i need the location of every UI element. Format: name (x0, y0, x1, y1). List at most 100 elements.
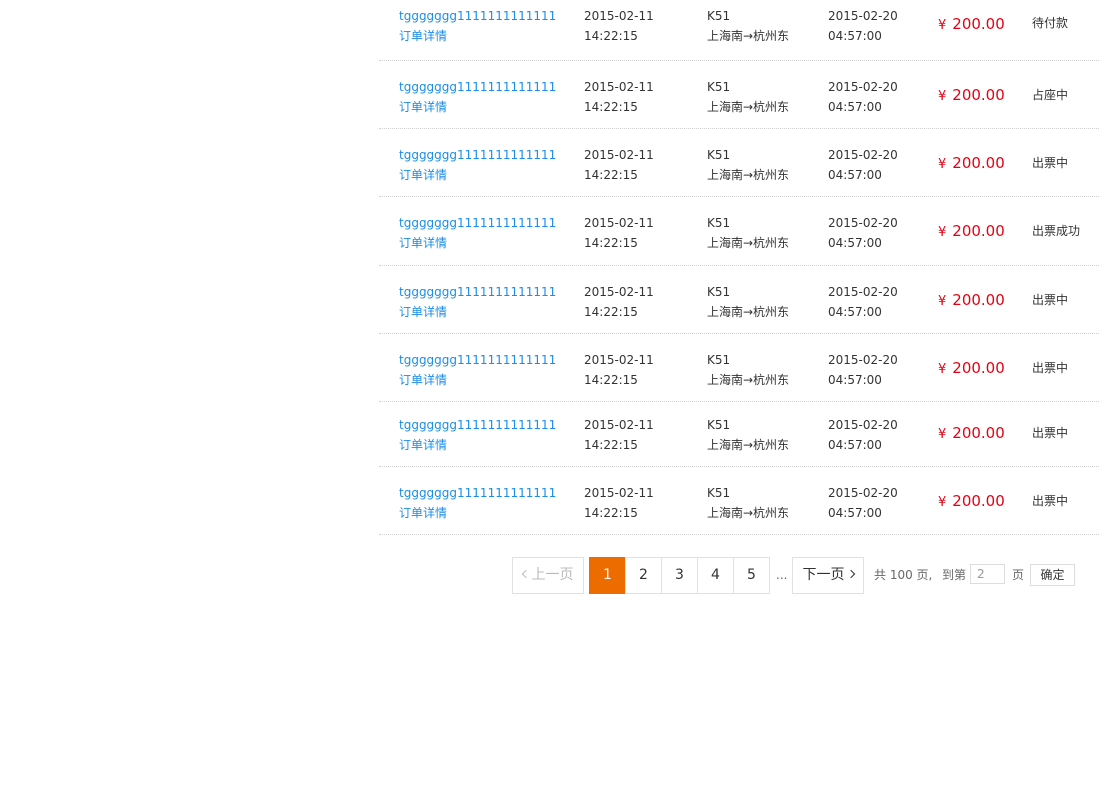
train-cell: K51 上海南→杭州东 (707, 6, 789, 46)
order-detail-link[interactable]: 订单详情 (399, 302, 556, 322)
depart-time-cell: 2015-02-20 04:57:00 (828, 282, 898, 322)
created-time: 14:22:15 (584, 506, 638, 520)
order-detail-link[interactable]: 订单详情 (399, 165, 556, 185)
yen-icon: ¥ (938, 18, 947, 33)
created-time: 14:22:15 (584, 236, 638, 250)
price-amount: 200.00 (952, 359, 1005, 377)
order-number[interactable]: tggggggg1111111111111 (399, 145, 556, 165)
order-detail-link[interactable]: 订单详情 (399, 233, 556, 253)
order-detail-link[interactable]: 订单详情 (399, 435, 556, 455)
price: ¥200.00 (938, 290, 1005, 312)
created-date: 2015-02-11 (584, 216, 654, 230)
order-row: tggggggg1111111111111 订单详情 2015-02-11 14… (379, 61, 1099, 129)
order-cell: tggggggg1111111111111 订单详情 (399, 350, 556, 390)
created-time: 14:22:15 (584, 168, 638, 182)
order-row: tggggggg1111111111111 订单详情 2015-02-11 14… (379, 334, 1099, 402)
yen-icon: ¥ (938, 157, 947, 172)
depart-date: 2015-02-20 (828, 418, 898, 432)
created-time-cell: 2015-02-11 14:22:15 (584, 350, 654, 390)
created-time-cell: 2015-02-11 14:22:15 (584, 145, 654, 185)
order-number[interactable]: tggggggg1111111111111 (399, 415, 556, 435)
created-date: 2015-02-11 (584, 418, 654, 432)
train-number: K51 (707, 148, 731, 162)
prev-page-button[interactable]: 上一页 (512, 557, 584, 594)
train-number: K51 (707, 486, 731, 500)
goto-prefix: 到第 (942, 568, 967, 582)
train-cell: K51 上海南→杭州东 (707, 415, 789, 455)
depart-date: 2015-02-20 (828, 216, 898, 230)
order-cell: tggggggg1111111111111 订单详情 (399, 77, 556, 117)
created-time: 14:22:15 (584, 100, 638, 114)
depart-time: 04:57:00 (828, 236, 882, 250)
train-number: K51 (707, 353, 731, 367)
depart-time-cell: 2015-02-20 04:57:00 (828, 483, 898, 523)
status-label: 待付款 (1032, 16, 1069, 30)
depart-time-cell: 2015-02-20 04:57:00 (828, 213, 898, 253)
order-cell: tggggggg1111111111111 订单详情 (399, 145, 556, 185)
train-cell: K51 上海南→杭州东 (707, 145, 789, 185)
total-pages-text: 共 100 页, (874, 568, 933, 582)
order-row: tggggggg1111111111111 订单详情 2015-02-11 14… (379, 197, 1099, 266)
chevron-right-icon (846, 569, 855, 579)
order-number[interactable]: tggggggg1111111111111 (399, 282, 556, 302)
price: ¥200.00 (938, 221, 1005, 243)
order-number[interactable]: tggggggg1111111111111 (399, 483, 556, 503)
order-number[interactable]: tggggggg1111111111111 (399, 213, 556, 233)
depart-time: 04:57:00 (828, 305, 882, 319)
goto-suffix: 页 (1012, 568, 1025, 582)
created-date: 2015-02-11 (584, 148, 654, 162)
depart-date: 2015-02-20 (828, 148, 898, 162)
route: 上海南→杭州东 (707, 236, 790, 250)
train-number: K51 (707, 9, 731, 23)
depart-time: 04:57:00 (828, 438, 882, 452)
next-page-button[interactable]: 下一页 (792, 557, 864, 594)
order-row: tggggggg1111111111111 订单详情 2015-02-11 14… (379, 467, 1099, 535)
goto-page-input[interactable] (970, 564, 1005, 584)
depart-time-cell: 2015-02-20 04:57:00 (828, 415, 898, 455)
train-cell: K51 上海南→杭州东 (707, 350, 789, 390)
price-amount: 200.00 (952, 222, 1005, 240)
price: ¥200.00 (938, 423, 1005, 445)
depart-date: 2015-02-20 (828, 285, 898, 299)
order-cell: tggggggg1111111111111 订单详情 (399, 282, 556, 322)
order-number[interactable]: tggggggg1111111111111 (399, 6, 556, 26)
page-1-button[interactable]: 1 (589, 557, 626, 594)
order-number[interactable]: tggggggg1111111111111 (399, 77, 556, 97)
order-detail-link[interactable]: 订单详情 (399, 503, 556, 523)
price: ¥200.00 (938, 153, 1005, 175)
page-5-button[interactable]: 5 (733, 557, 770, 594)
order-cell: tggggggg1111111111111 订单详情 (399, 213, 556, 253)
depart-time-cell: 2015-02-20 04:57:00 (828, 145, 898, 185)
train-cell: K51 上海南→杭州东 (707, 77, 789, 117)
page-3-button[interactable]: 3 (661, 557, 698, 594)
created-date: 2015-02-11 (584, 9, 654, 23)
created-time-cell: 2015-02-11 14:22:15 (584, 77, 654, 117)
created-date: 2015-02-11 (584, 285, 654, 299)
order-number[interactable]: tggggggg1111111111111 (399, 350, 556, 370)
page-4-button[interactable]: 4 (697, 557, 734, 594)
status-label: 出票中 (1032, 361, 1069, 375)
order-detail-link[interactable]: 订单详情 (399, 26, 556, 46)
yen-icon: ¥ (938, 225, 947, 240)
page-2-button[interactable]: 2 (625, 557, 662, 594)
created-time-cell: 2015-02-11 14:22:15 (584, 6, 654, 46)
price-amount: 200.00 (952, 492, 1005, 510)
route: 上海南→杭州东 (707, 29, 790, 43)
created-time-cell: 2015-02-11 14:22:15 (584, 213, 654, 253)
depart-time-cell: 2015-02-20 04:57:00 (828, 350, 898, 390)
status-label: 出票中 (1032, 426, 1069, 440)
confirm-button[interactable]: 确定 (1030, 564, 1075, 586)
depart-time: 04:57:00 (828, 506, 882, 520)
created-time: 14:22:15 (584, 373, 638, 387)
price: ¥200.00 (938, 491, 1005, 513)
yen-icon: ¥ (938, 427, 947, 442)
depart-date: 2015-02-20 (828, 353, 898, 367)
train-cell: K51 上海南→杭州东 (707, 282, 789, 322)
depart-date: 2015-02-20 (828, 80, 898, 94)
status-label: 占座中 (1032, 88, 1069, 102)
train-cell: K51 上海南→杭州东 (707, 483, 789, 523)
depart-time: 04:57:00 (828, 29, 882, 43)
order-detail-link[interactable]: 订单详情 (399, 97, 556, 117)
order-row: tggggggg1111111111111 订单详情 2015-02-11 14… (379, 266, 1099, 334)
order-detail-link[interactable]: 订单详情 (399, 370, 556, 390)
